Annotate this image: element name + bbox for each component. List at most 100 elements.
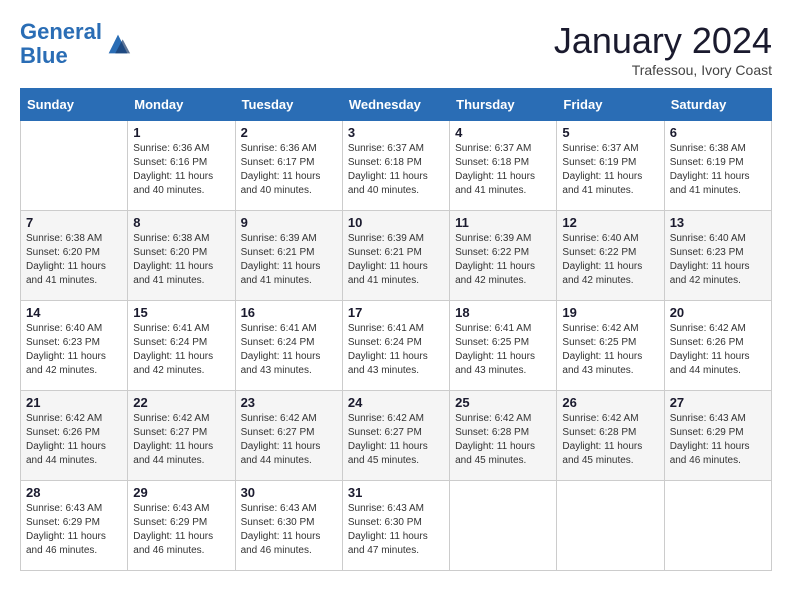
- day-info: Sunrise: 6:37 AMSunset: 6:18 PMDaylight:…: [348, 142, 444, 198]
- day-info: Sunrise: 6:39 AMSunset: 6:22 PMDaylight:…: [455, 232, 551, 288]
- calendar-table: SundayMondayTuesdayWednesdayThursdayFrid…: [20, 88, 772, 571]
- calendar-cell: 20 Sunrise: 6:42 AMSunset: 6:26 PMDayligh…: [664, 301, 771, 391]
- day-number: 27: [670, 395, 766, 410]
- day-info: Sunrise: 6:41 AMSunset: 6:25 PMDaylight:…: [455, 322, 551, 378]
- calendar-week-4: 21 Sunrise: 6:42 AMSunset: 6:26 PMDayligh…: [21, 391, 772, 481]
- calendar-cell: [21, 121, 128, 211]
- calendar-week-1: 1 Sunrise: 6:36 AMSunset: 6:16 PMDaylight…: [21, 121, 772, 211]
- calendar-week-5: 28 Sunrise: 6:43 AMSunset: 6:29 PMDayligh…: [21, 481, 772, 571]
- title-area: January 2024 Trafessou, Ivory Coast: [554, 20, 772, 78]
- calendar-week-2: 7 Sunrise: 6:38 AMSunset: 6:20 PMDaylight…: [21, 211, 772, 301]
- day-number: 7: [26, 215, 122, 230]
- column-header-saturday: Saturday: [664, 89, 771, 121]
- day-info: Sunrise: 6:42 AMSunset: 6:28 PMDaylight:…: [455, 412, 551, 468]
- day-number: 17: [348, 305, 444, 320]
- calendar-cell: 26 Sunrise: 6:42 AMSunset: 6:28 PMDayligh…: [557, 391, 664, 481]
- day-info: Sunrise: 6:40 AMSunset: 6:23 PMDaylight:…: [26, 322, 122, 378]
- calendar-cell: 24Sunrise: 6:42 AMSunset: 6:27 PMDayligh…: [342, 391, 449, 481]
- location-subtitle: Trafessou, Ivory Coast: [554, 62, 772, 78]
- day-info: Sunrise: 6:42 AMSunset: 6:26 PMDaylight:…: [26, 412, 122, 468]
- logo-icon: [104, 30, 132, 58]
- day-number: 26: [562, 395, 658, 410]
- calendar-cell: 4Sunrise: 6:37 AMSunset: 6:18 PMDaylight…: [450, 121, 557, 211]
- calendar-cell: [664, 481, 771, 571]
- calendar-cell: 27Sunrise: 6:43 AMSunset: 6:29 PMDayligh…: [664, 391, 771, 481]
- calendar-cell: 22 Sunrise: 6:42 AMSunset: 6:27 PMDayligh…: [128, 391, 235, 481]
- day-info: Sunrise: 6:42 AMSunset: 6:25 PMDaylight:…: [562, 322, 658, 378]
- calendar-cell: 30Sunrise: 6:43 AMSunset: 6:30 PMDayligh…: [235, 481, 342, 571]
- calendar-cell: 15Sunrise: 6:41 AMSunset: 6:24 PMDayligh…: [128, 301, 235, 391]
- column-header-thursday: Thursday: [450, 89, 557, 121]
- page-header: GeneralBlue January 2024 Trafessou, Ivor…: [20, 20, 772, 78]
- day-number: 21: [26, 395, 122, 410]
- calendar-cell: 31Sunrise: 6:43 AMSunset: 6:30 PMDayligh…: [342, 481, 449, 571]
- day-number: 1: [133, 125, 229, 140]
- day-number: 3: [348, 125, 444, 140]
- calendar-cell: 5Sunrise: 6:37 AMSunset: 6:19 PMDaylight…: [557, 121, 664, 211]
- day-number: 28: [26, 485, 122, 500]
- day-info: Sunrise: 6:38 AMSunset: 6:20 PMDaylight:…: [26, 232, 122, 288]
- day-info: Sunrise: 6:42 AMSunset: 6:27 PMDaylight:…: [241, 412, 337, 468]
- calendar-cell: 17Sunrise: 6:41 AMSunset: 6:24 PMDayligh…: [342, 301, 449, 391]
- calendar-cell: 2 Sunrise: 6:36 AMSunset: 6:17 PMDaylight…: [235, 121, 342, 211]
- day-number: 29: [133, 485, 229, 500]
- day-number: 11: [455, 215, 551, 230]
- calendar-cell: 25 Sunrise: 6:42 AMSunset: 6:28 PMDayligh…: [450, 391, 557, 481]
- column-header-sunday: Sunday: [21, 89, 128, 121]
- day-info: Sunrise: 6:43 AMSunset: 6:29 PMDaylight:…: [26, 502, 122, 558]
- day-info: Sunrise: 6:42 AMSunset: 6:27 PMDaylight:…: [133, 412, 229, 468]
- calendar-cell: 7 Sunrise: 6:38 AMSunset: 6:20 PMDaylight…: [21, 211, 128, 301]
- calendar-cell: [557, 481, 664, 571]
- day-number: 25: [455, 395, 551, 410]
- day-info: Sunrise: 6:38 AMSunset: 6:20 PMDaylight:…: [133, 232, 229, 288]
- column-header-wednesday: Wednesday: [342, 89, 449, 121]
- day-info: Sunrise: 6:42 AMSunset: 6:28 PMDaylight:…: [562, 412, 658, 468]
- calendar-cell: 21 Sunrise: 6:42 AMSunset: 6:26 PMDayligh…: [21, 391, 128, 481]
- calendar-cell: 10 Sunrise: 6:39 AMSunset: 6:21 PMDayligh…: [342, 211, 449, 301]
- day-info: Sunrise: 6:39 AMSunset: 6:21 PMDaylight:…: [348, 232, 444, 288]
- day-info: Sunrise: 6:38 AMSunset: 6:19 PMDaylight:…: [670, 142, 766, 198]
- calendar-cell: 9 Sunrise: 6:39 AMSunset: 6:21 PMDaylight…: [235, 211, 342, 301]
- day-number: 16: [241, 305, 337, 320]
- calendar-cell: 12 Sunrise: 6:40 AMSunset: 6:22 PMDayligh…: [557, 211, 664, 301]
- day-number: 22: [133, 395, 229, 410]
- calendar-cell: 6 Sunrise: 6:38 AMSunset: 6:19 PMDaylight…: [664, 121, 771, 211]
- day-info: Sunrise: 6:36 AMSunset: 6:16 PMDaylight:…: [133, 142, 229, 198]
- calendar-cell: 16 Sunrise: 6:41 AMSunset: 6:24 PMDayligh…: [235, 301, 342, 391]
- day-number: 23: [241, 395, 337, 410]
- day-number: 9: [241, 215, 337, 230]
- day-info: Sunrise: 6:39 AMSunset: 6:21 PMDaylight:…: [241, 232, 337, 288]
- day-number: 24: [348, 395, 444, 410]
- calendar-week-3: 14 Sunrise: 6:40 AMSunset: 6:23 PMDayligh…: [21, 301, 772, 391]
- calendar-cell: 13Sunrise: 6:40 AMSunset: 6:23 PMDayligh…: [664, 211, 771, 301]
- logo: GeneralBlue: [20, 20, 132, 68]
- day-number: 2: [241, 125, 337, 140]
- calendar-cell: 1 Sunrise: 6:36 AMSunset: 6:16 PMDaylight…: [128, 121, 235, 211]
- day-info: Sunrise: 6:40 AMSunset: 6:22 PMDaylight:…: [562, 232, 658, 288]
- day-info: Sunrise: 6:42 AMSunset: 6:26 PMDaylight:…: [670, 322, 766, 378]
- calendar-cell: 14 Sunrise: 6:40 AMSunset: 6:23 PMDayligh…: [21, 301, 128, 391]
- header-row: SundayMondayTuesdayWednesdayThursdayFrid…: [21, 89, 772, 121]
- day-number: 10: [348, 215, 444, 230]
- calendar-cell: 28 Sunrise: 6:43 AMSunset: 6:29 PMDayligh…: [21, 481, 128, 571]
- day-info: Sunrise: 6:41 AMSunset: 6:24 PMDaylight:…: [241, 322, 337, 378]
- day-number: 8: [133, 215, 229, 230]
- calendar-cell: 3 Sunrise: 6:37 AMSunset: 6:18 PMDaylight…: [342, 121, 449, 211]
- day-number: 14: [26, 305, 122, 320]
- day-info: Sunrise: 6:41 AMSunset: 6:24 PMDaylight:…: [133, 322, 229, 378]
- month-title: January 2024: [554, 20, 772, 62]
- column-header-monday: Monday: [128, 89, 235, 121]
- day-number: 20: [670, 305, 766, 320]
- day-number: 31: [348, 485, 444, 500]
- day-number: 12: [562, 215, 658, 230]
- calendar-cell: 11 Sunrise: 6:39 AMSunset: 6:22 PMDayligh…: [450, 211, 557, 301]
- day-number: 6: [670, 125, 766, 140]
- day-info: Sunrise: 6:36 AMSunset: 6:17 PMDaylight:…: [241, 142, 337, 198]
- day-number: 13: [670, 215, 766, 230]
- day-info: Sunrise: 6:37 AMSunset: 6:19 PMDaylight:…: [562, 142, 658, 198]
- calendar-cell: 23 Sunrise: 6:42 AMSunset: 6:27 PMDayligh…: [235, 391, 342, 481]
- day-number: 18: [455, 305, 551, 320]
- column-header-tuesday: Tuesday: [235, 89, 342, 121]
- calendar-cell: [450, 481, 557, 571]
- logo-text: GeneralBlue: [20, 20, 102, 68]
